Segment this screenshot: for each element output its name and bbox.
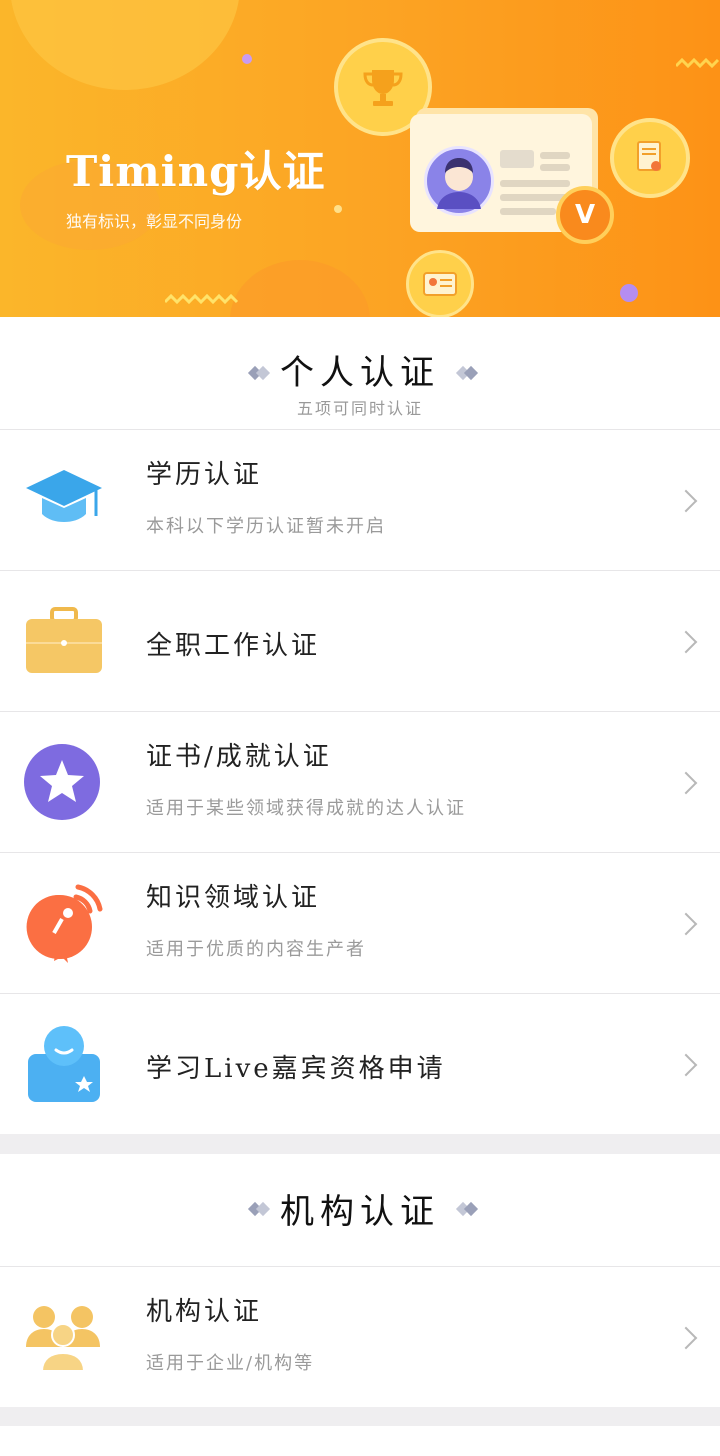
zigzag-decoration: [165, 293, 239, 305]
banner-blob: [10, 0, 240, 90]
chevron-right-icon: [674, 1326, 698, 1350]
item-title: 学习Live嘉宾资格申请: [146, 1054, 446, 1084]
list-item-certificate[interactable]: 证书/成就认证 适用于某些领域获得成就的达人认证: [0, 711, 720, 852]
avatar-icon: [424, 146, 494, 216]
graduation-cap-icon: [24, 460, 104, 540]
item-desc: 适用于优质的内容生产者: [146, 939, 366, 960]
confetti-dot: [620, 284, 638, 302]
briefcase-icon: [24, 603, 104, 683]
chevron-right-icon: [674, 912, 698, 936]
section-subtitle: 五项可同时认证: [296, 399, 423, 418]
item-desc: 适用于某些领域获得成就的达人认证: [146, 798, 466, 819]
personal-section-header: 个人认证 五项可同时认证: [0, 317, 720, 429]
item-title: 知识领域认证: [146, 883, 321, 913]
confetti-dot: [242, 54, 252, 64]
item-title: 学历认证: [146, 460, 263, 490]
broadcast-bubble-icon: [24, 883, 104, 963]
section-title: 机构认证: [280, 1192, 440, 1232]
list-item-education[interactable]: 学历认证 本科以下学历认证暂未开启: [0, 429, 720, 570]
banner-title: Timing认证: [66, 147, 326, 196]
chevron-right-icon: [674, 489, 698, 513]
chevron-right-icon: [674, 771, 698, 795]
item-title: 全职工作认证: [146, 631, 321, 661]
id-card-icon: [406, 250, 474, 317]
hero-banner: Timing认证 独有标识，彰显不同身份 V: [0, 0, 720, 317]
item-desc: 本科以下学历认证暂未开启: [146, 516, 386, 537]
card-line: [540, 152, 570, 159]
verified-badge-icon: V: [556, 186, 614, 244]
banner-subtitle: 独有标识，彰显不同身份: [66, 212, 243, 231]
chevron-right-icon: [674, 1053, 698, 1077]
list-item-organization[interactable]: 机构认证 适用于企业/机构等: [0, 1266, 720, 1407]
banner-blob: [230, 260, 370, 317]
item-title: 机构认证: [146, 1297, 263, 1327]
item-title: 证书/成就认证: [146, 742, 332, 772]
card-photo-block: [500, 150, 534, 168]
chevron-right-icon: [674, 630, 698, 654]
list-item-live-guest[interactable]: 学习Live嘉宾资格申请: [0, 993, 720, 1134]
certificate-icon: [610, 118, 690, 198]
card-line: [500, 208, 556, 215]
star-badge-icon: [24, 742, 104, 822]
next-section-peek: [0, 1426, 720, 1456]
zigzag-decoration: [676, 57, 720, 69]
card-line: [540, 164, 570, 171]
group-people-icon: [24, 1297, 104, 1377]
section-title: 个人认证: [280, 353, 440, 393]
live-guest-icon: [24, 1024, 104, 1104]
card-line: [500, 180, 570, 187]
item-desc: 适用于企业/机构等: [146, 1353, 315, 1374]
list-item-work[interactable]: 全职工作认证: [0, 570, 720, 711]
list-item-knowledge[interactable]: 知识领域认证 适用于优质的内容生产者: [0, 852, 720, 993]
confetti-dot: [334, 205, 342, 213]
org-section-header: 机构认证: [0, 1154, 720, 1266]
